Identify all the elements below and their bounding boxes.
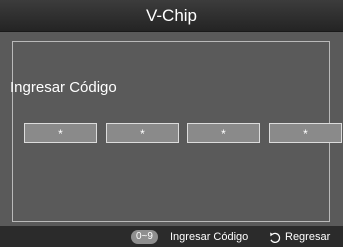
return-arrow-icon[interactable] <box>268 230 282 244</box>
pin-digit-box-4[interactable]: * <box>269 123 342 143</box>
pin-digit-box-3[interactable]: * <box>187 123 260 143</box>
back-hint[interactable]: Regresar <box>285 230 330 244</box>
window-title-bar: V-Chip <box>0 0 343 31</box>
pin-digit-box-2[interactable]: * <box>106 123 179 143</box>
page-title: V-Chip <box>145 6 198 25</box>
enter-code-hint: Ingresar Código <box>170 231 249 243</box>
footer-hint-bar: 0~9 Ingresar Código Regresar <box>0 226 343 247</box>
pin-digit-box-1[interactable]: * <box>24 123 97 143</box>
title-divider <box>0 31 343 32</box>
enter-code-prompt: Ingresar Código <box>10 79 117 96</box>
number-keys-badge: 0~9 <box>131 230 158 244</box>
